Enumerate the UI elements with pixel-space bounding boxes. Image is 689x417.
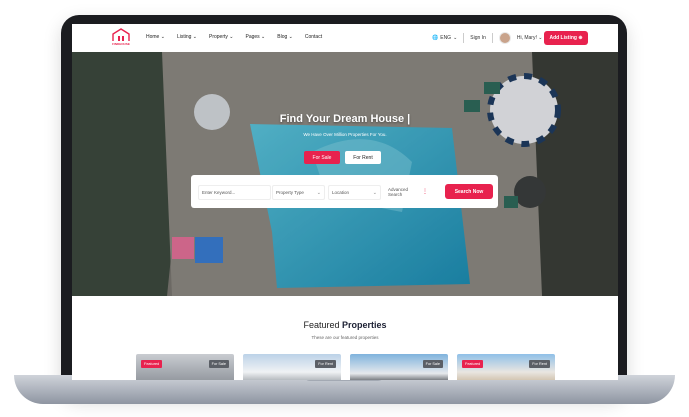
featured-badge: Featured (462, 360, 484, 368)
header-actions: 🌐 ENG ⌄ Sign In Hi, Mary! ⌄ (432, 32, 542, 44)
main-nav: Home ⌄ Listing ⌄ Property ⌄ Pages ⌄ Blog… (146, 34, 322, 40)
divider (463, 33, 465, 43)
more-icon: ⋮ (422, 189, 428, 195)
language-selector[interactable]: 🌐 ENG ⌄ (432, 35, 457, 41)
nav-item-contact[interactable]: Contact (305, 34, 322, 40)
nav-item-listing[interactable]: Listing ⌄ (177, 34, 197, 40)
avatar[interactable] (498, 32, 511, 44)
keyword-input[interactable]: Enter Keyword... (198, 185, 271, 200)
user-menu[interactable]: Hi, Mary! ⌄ (517, 35, 543, 41)
search-now-button[interactable]: Search Now (445, 184, 493, 199)
listing-type-tabs: For Sale For Rent (304, 151, 381, 164)
property-type-select[interactable]: Property Type ⌄ (272, 185, 325, 200)
site-header: FINDHOUSE Home ⌄ Listing ⌄ Property ⌄ Pa… (72, 24, 618, 52)
nav-item-blog[interactable]: Blog ⌄ (277, 34, 293, 40)
featured-title: Featured Properties (303, 320, 387, 330)
featured-subtitle: These are our featured properties (311, 335, 379, 340)
status-badge: For Rent (315, 360, 336, 368)
house-logo-icon (112, 28, 130, 41)
search-bar: Enter Keyword... Property Type ⌄ Location… (191, 175, 498, 208)
chevron-down-icon: ⌄ (453, 35, 458, 41)
logo-text: FINDHOUSE (112, 42, 130, 46)
status-badge: For Sale (208, 360, 229, 368)
advanced-search-toggle[interactable]: Advanced Search ⋮ (388, 185, 428, 198)
featured-badge: Featured (141, 360, 163, 368)
property-card[interactable]: For Sale (350, 354, 448, 380)
plus-icon: ⊕ (578, 35, 583, 41)
hero-subtitle: We Have Over Million Properties For You. (303, 132, 387, 137)
tab-for-rent[interactable]: For Rent (345, 151, 381, 164)
sign-in-link[interactable]: Sign In (470, 35, 486, 41)
hero-title: Find Your Dream House | (279, 113, 411, 125)
status-badge: For Rent (529, 360, 550, 368)
location-select[interactable]: Location ⌄ (328, 185, 381, 200)
property-card[interactable]: For Rent (243, 354, 341, 380)
nav-item-home[interactable]: Home ⌄ (146, 34, 165, 40)
nav-item-pages[interactable]: Pages ⌄ (245, 34, 265, 40)
globe-icon: 🌐 (432, 35, 439, 41)
status-badge: For Sale (422, 360, 443, 368)
divider (491, 33, 493, 43)
tab-for-sale[interactable]: For Sale (304, 151, 340, 164)
browser-screen: FINDHOUSE Home ⌄ Listing ⌄ Property ⌄ Pa… (72, 24, 618, 380)
chevron-down-icon: ⌄ (372, 189, 377, 196)
hero-banner: Find Your Dream House | We Have Over Mil… (72, 52, 618, 296)
property-card[interactable]: Featured For Sale (136, 354, 234, 380)
property-card[interactable]: Featured For Rent (457, 354, 555, 380)
nav-item-property[interactable]: Property ⌄ (209, 34, 234, 40)
site-logo[interactable]: FINDHOUSE (110, 28, 132, 48)
add-listing-button[interactable]: Add Listing ⊕ (544, 31, 588, 45)
chevron-down-icon: ⌄ (316, 189, 321, 196)
pool-aerial-image (72, 52, 618, 296)
